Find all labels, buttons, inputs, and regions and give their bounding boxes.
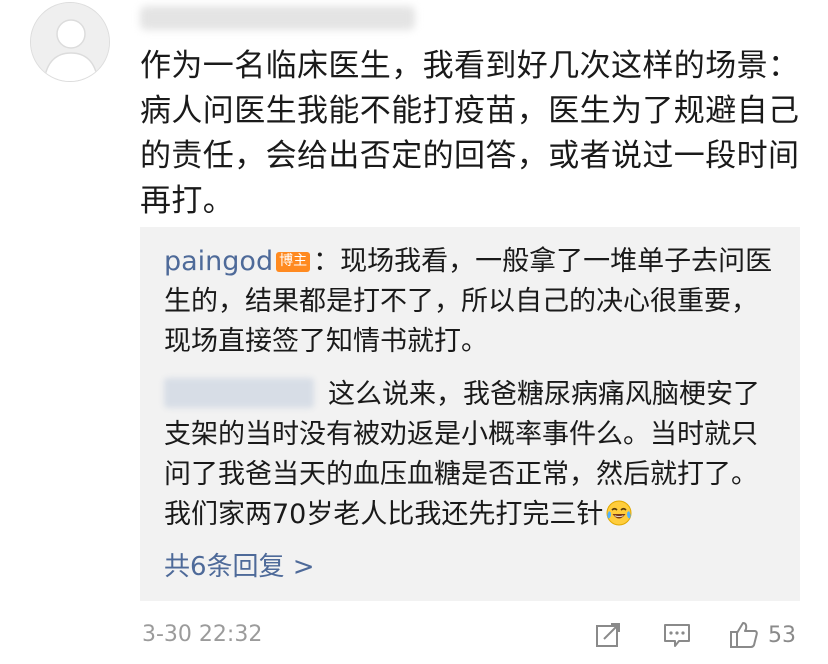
- comment-icon: [664, 624, 690, 647]
- more-replies-link[interactable]: 共6条回复 >: [164, 549, 315, 585]
- blurred-username[interactable]: [140, 6, 415, 30]
- comment-timestamp: 3-30 22:32: [142, 622, 263, 647]
- like-button[interactable]: 53: [728, 617, 796, 653]
- avatar[interactable]: [30, 2, 110, 82]
- comment-card: 作为一名临床医生，我看到好几次这样的场景：病人问医生我能不能打疫苗，医生为了规避…: [0, 0, 828, 664]
- tears-of-joy-emoji-icon: [605, 499, 633, 527]
- thumbs-up-icon: [730, 622, 758, 648]
- like-count: 53: [768, 622, 796, 648]
- author-badge: 博主: [276, 252, 311, 272]
- reply-box: paingod 博主 ：现场我看，一般拿了一堆单子去问医生的，结果都是打不了，所以自…: [140, 227, 800, 601]
- comment-button[interactable]: [662, 617, 692, 653]
- comment-text: 作为一名临床医生，我看到好几次这样的场景：病人问医生我能不能打疫苗，医生为了规避…: [140, 48, 800, 219]
- share-icon: [596, 623, 620, 647]
- reply-item: 这么说来，我爸糖尿病痛风脑梗安了支架的当时没有被劝返是小概率事件么。当时就只问了…: [164, 375, 784, 535]
- blurred-reply-author[interactable]: [164, 378, 314, 408]
- share-button[interactable]: [594, 617, 624, 653]
- reply-author-link[interactable]: paingod: [164, 246, 273, 277]
- default-avatar-icon: [31, 3, 109, 81]
- reply-item: paingod 博主 ：现场我看，一般拿了一堆单子去问医生的，结果都是打不了，所以自…: [164, 242, 784, 362]
